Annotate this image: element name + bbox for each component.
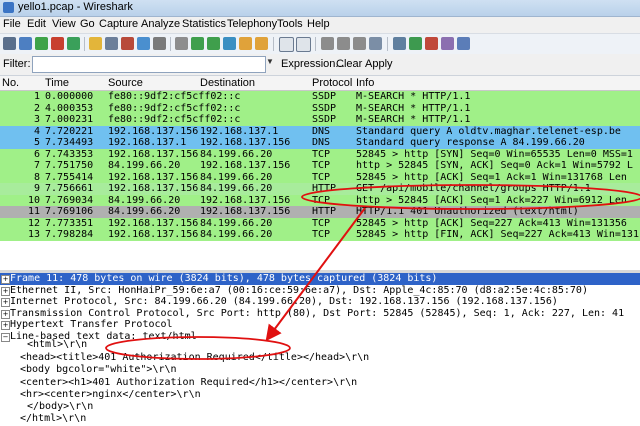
menu-tools[interactable]: Tools [277, 18, 303, 30]
packet-row[interactable]: 7 7.751750 84.199.66.20 192.168.137.156 TCP h… [0, 160, 640, 172]
help-icon[interactable] [457, 37, 470, 50]
normal-size-icon[interactable] [353, 37, 366, 50]
go-back-icon[interactable] [191, 37, 204, 50]
text-data-body: <html>\r\n <head><title>401 Authorizatio… [0, 337, 640, 426]
wireshark-app-icon [3, 2, 14, 13]
filter-label: Filter: [3, 58, 31, 70]
body-line[interactable]: <center><h1>401 Authorization Required</… [20, 377, 357, 388]
packet-row[interactable]: 8 7.755414 192.168.137.156 84.199.66.20 TCP 5… [0, 171, 640, 183]
filter-bar: Filter: ▼ Expression... Clear Apply [0, 54, 640, 76]
reload-icon[interactable] [137, 37, 150, 50]
last-packet-icon[interactable] [255, 37, 268, 50]
restart-capture-icon[interactable] [67, 37, 80, 50]
packet-row[interactable]: 2 4.000353 fe80::9df2:cf5cff02::c SSDP M-SEA… [0, 102, 640, 114]
menu-statistics[interactable]: Statistics [182, 18, 226, 30]
detail-frame[interactable]: + Frame 11: 478 bytes on wire (3824 bits)… [0, 273, 640, 285]
column-protocol[interactable]: Protocol [312, 77, 352, 89]
detail-tcp[interactable]: + Transmission Control Protocol, Src Port… [0, 308, 640, 320]
coloring-rules-icon[interactable] [425, 37, 438, 50]
go-to-packet-icon[interactable] [223, 37, 236, 50]
filter-input[interactable] [32, 56, 266, 73]
display-filters-icon[interactable] [409, 37, 422, 50]
start-capture-icon[interactable] [35, 37, 48, 50]
packet-list-header: No. Time Source Destination Protocol Inf… [0, 76, 640, 91]
body-line[interactable]: <hr><center>nginx</center>\r\n [20, 389, 201, 400]
window-title: yello1.pcap - Wireshark [18, 1, 133, 13]
packet-row[interactable]: 9 7.756661 192.168.137.156 84.199.66.20 HTTP… [0, 183, 640, 195]
toolbar-separator [387, 37, 388, 51]
title-bar: yello1.pcap - Wireshark [0, 0, 640, 17]
packet-list: 1 0.000000 fe80::9df2:cf5cff02::c SSDP M-SEA… [0, 91, 640, 241]
menu-view[interactable]: View [52, 18, 76, 30]
body-line[interactable]: </html>\r\n [20, 413, 86, 424]
apply-button[interactable]: Apply [365, 58, 393, 70]
capture-filters-icon[interactable] [393, 37, 406, 50]
menu-go[interactable]: Go [80, 18, 95, 30]
packet-row[interactable]: 10 7.769034 84.199.66.20 192.168.137.156 TCP… [0, 194, 640, 206]
menu-edit[interactable]: Edit [27, 18, 46, 30]
detail-ethernet[interactable]: + Ethernet II, Src: HonHaiPr_59:6e:a7 (00… [0, 285, 640, 297]
zoom-in-icon[interactable] [321, 37, 334, 50]
stop-capture-icon[interactable] [51, 37, 64, 50]
find-packet-icon[interactable] [175, 37, 188, 50]
zoom-out-icon[interactable] [337, 37, 350, 50]
packet-row[interactable]: 3 7.000231 fe80::9df2:cf5cff02::c SSDP M-SEA… [0, 114, 640, 126]
detail-ip[interactable]: + Internet Protocol, Src: 84.199.66.20 (8… [0, 296, 640, 308]
clear-button[interactable]: Clear [336, 58, 362, 70]
body-line[interactable]: </body>\r\n [27, 401, 93, 412]
expand-toggle-icon[interactable]: + [1, 321, 10, 330]
menu-analyze[interactable]: Analyze [141, 18, 180, 30]
column-time[interactable]: Time [45, 77, 69, 89]
save-file-icon[interactable] [105, 37, 118, 50]
packet-row[interactable]: 1 0.000000 fe80::9df2:cf5cff02::c SSDP M-SEA… [0, 91, 640, 103]
expand-toggle-icon[interactable]: + [1, 298, 10, 307]
column-no[interactable]: No. [2, 77, 19, 89]
colorize-icon[interactable] [279, 37, 294, 52]
menu-file[interactable]: File [3, 18, 21, 30]
menu-bar: File Edit View Go Capture Analyze Statis… [0, 17, 640, 33]
interfaces-icon[interactable] [3, 37, 16, 50]
preferences-icon[interactable] [441, 37, 454, 50]
close-file-icon[interactable] [121, 37, 134, 50]
print-icon[interactable] [153, 37, 166, 50]
packet-row[interactable]: 11 7.769106 84.199.66.20 192.168.137.156 HTT… [0, 206, 640, 218]
toolbar-separator [273, 37, 274, 51]
toolbar-separator [315, 37, 316, 51]
column-source[interactable]: Source [108, 77, 143, 89]
body-line[interactable]: <body bgcolor="white">\r\n [20, 364, 177, 375]
resize-columns-icon[interactable] [369, 37, 382, 50]
body-line[interactable]: <html>\r\n [27, 339, 87, 350]
detail-http[interactable]: + Hypertext Transfer Protocol [0, 319, 640, 331]
auto-scroll-icon[interactable] [296, 37, 311, 52]
open-file-icon[interactable] [89, 37, 102, 50]
packet-row[interactable]: 5 7.734493 192.168.137.1 192.168.137.156 DNS… [0, 137, 640, 149]
go-forward-icon[interactable] [207, 37, 220, 50]
options-icon[interactable] [19, 37, 32, 50]
column-info[interactable]: Info [356, 77, 374, 89]
packet-row[interactable]: 6 7.743353 192.168.137.156 84.199.66.20 TCP 5… [0, 148, 640, 160]
packet-row[interactable]: 13 7.798284 192.168.137.156 84.199.66.20 TCP… [0, 229, 640, 241]
column-destination[interactable]: Destination [200, 77, 255, 89]
packet-row[interactable]: 12 7.773351 192.168.137.156 84.199.66.20 TCP… [0, 217, 640, 229]
toolbar-separator [84, 37, 85, 51]
body-line[interactable]: <head><title>401 Authorization Required<… [20, 352, 369, 363]
packet-details-tree: + Frame 11: 478 bytes on wire (3824 bits)… [0, 273, 640, 342]
expand-toggle-icon[interactable]: + [1, 275, 10, 284]
main-toolbar [0, 33, 640, 55]
menu-telephony[interactable]: Telephony [227, 18, 277, 30]
toolbar-separator [170, 37, 171, 51]
packet-row[interactable]: 4 7.720221 192.168.137.156 192.168.137.1 DNS… [0, 125, 640, 137]
expand-toggle-icon[interactable]: + [1, 309, 10, 319]
expand-toggle-icon[interactable]: + [1, 286, 10, 296]
first-packet-icon[interactable] [239, 37, 252, 50]
menu-capture[interactable]: Capture [99, 18, 138, 30]
menu-help[interactable]: Help [307, 18, 330, 30]
chevron-down-icon[interactable]: ▼ [266, 57, 275, 71]
